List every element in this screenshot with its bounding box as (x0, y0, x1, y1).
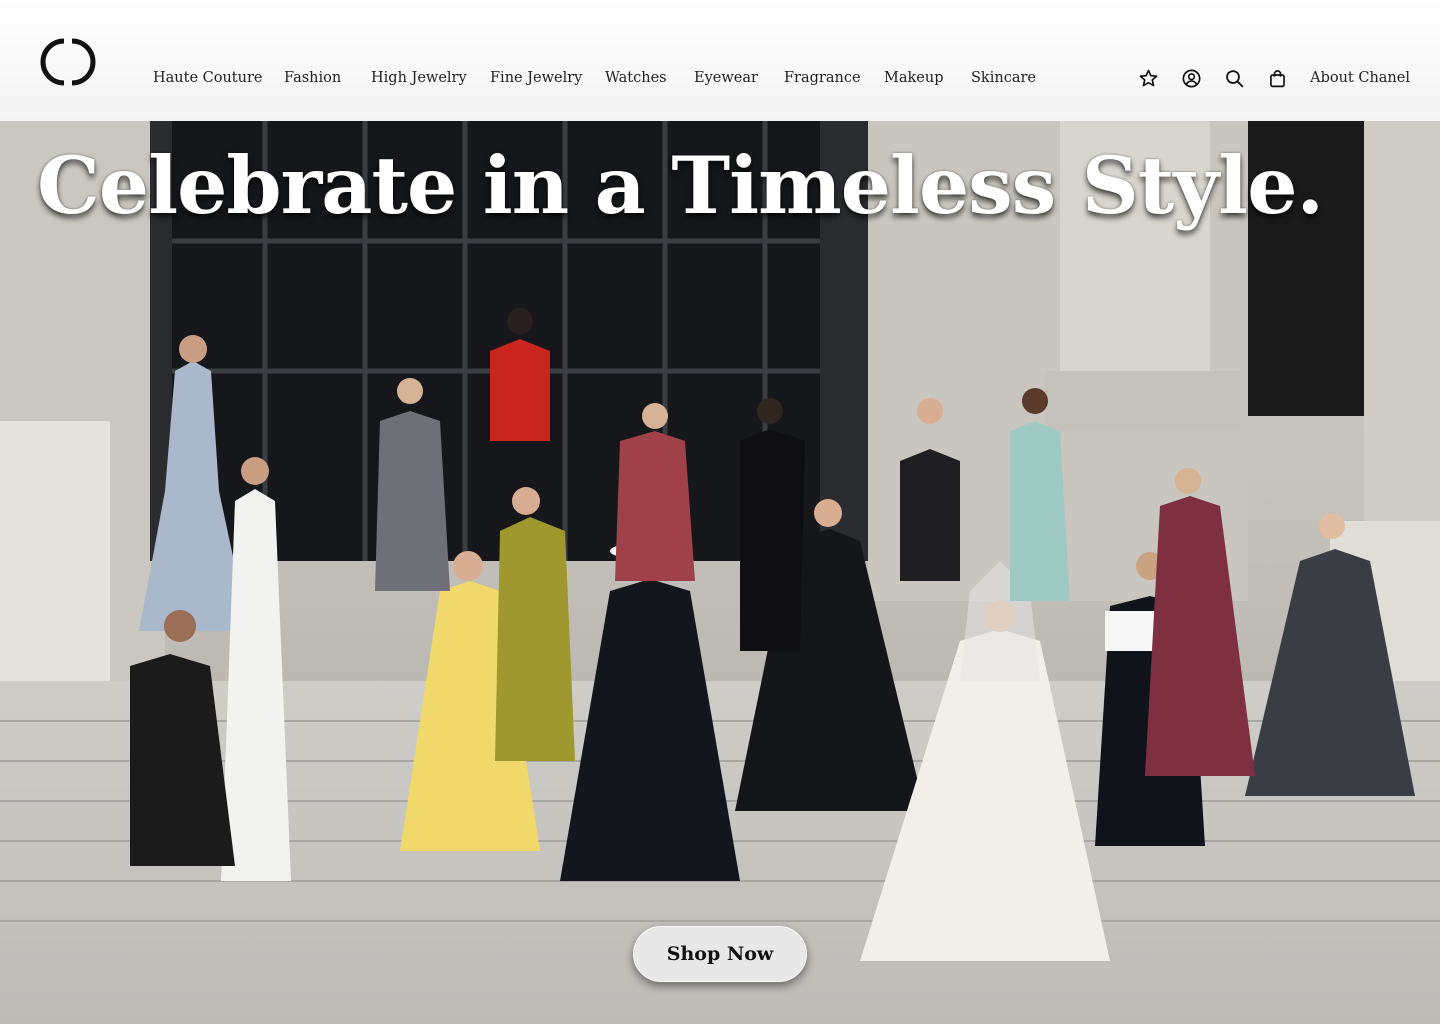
nav-item-fine-jewelry[interactable]: Fine Jewelry (490, 70, 605, 86)
star-icon[interactable] (1136, 66, 1160, 90)
account-icon[interactable] (1179, 66, 1203, 90)
nav-item-skincare[interactable]: Skincare (971, 70, 1036, 86)
chanel-logo-icon[interactable] (34, 34, 102, 90)
nav-item-fragrance[interactable]: Fragrance (784, 70, 884, 86)
shopping-bag-icon[interactable] (1265, 66, 1289, 90)
hero-section (0, 121, 1440, 1024)
main-nav: Haute Couture Fashion High Jewelry Fine … (153, 70, 1036, 86)
search-icon[interactable] (1222, 66, 1246, 90)
nav-item-high-jewelry[interactable]: High Jewelry (371, 70, 490, 86)
nav-item-eyewear[interactable]: Eyewear (694, 70, 784, 86)
header-tools: About Chanel (1136, 66, 1410, 90)
about-chanel-link[interactable]: About Chanel (1310, 70, 1410, 86)
runway-photo (0, 121, 1440, 1024)
nav-item-watches[interactable]: Watches (605, 70, 694, 86)
shop-now-button[interactable]: Shop Now (633, 926, 807, 982)
nav-item-fashion[interactable]: Fashion (284, 70, 371, 86)
nav-item-haute-couture[interactable]: Haute Couture (153, 70, 284, 86)
site-header: Haute Couture Fashion High Jewelry Fine … (0, 0, 1440, 121)
nav-item-makeup[interactable]: Makeup (884, 70, 971, 86)
hero-headline: Celebrate in a Timeless Style. (37, 139, 1324, 232)
